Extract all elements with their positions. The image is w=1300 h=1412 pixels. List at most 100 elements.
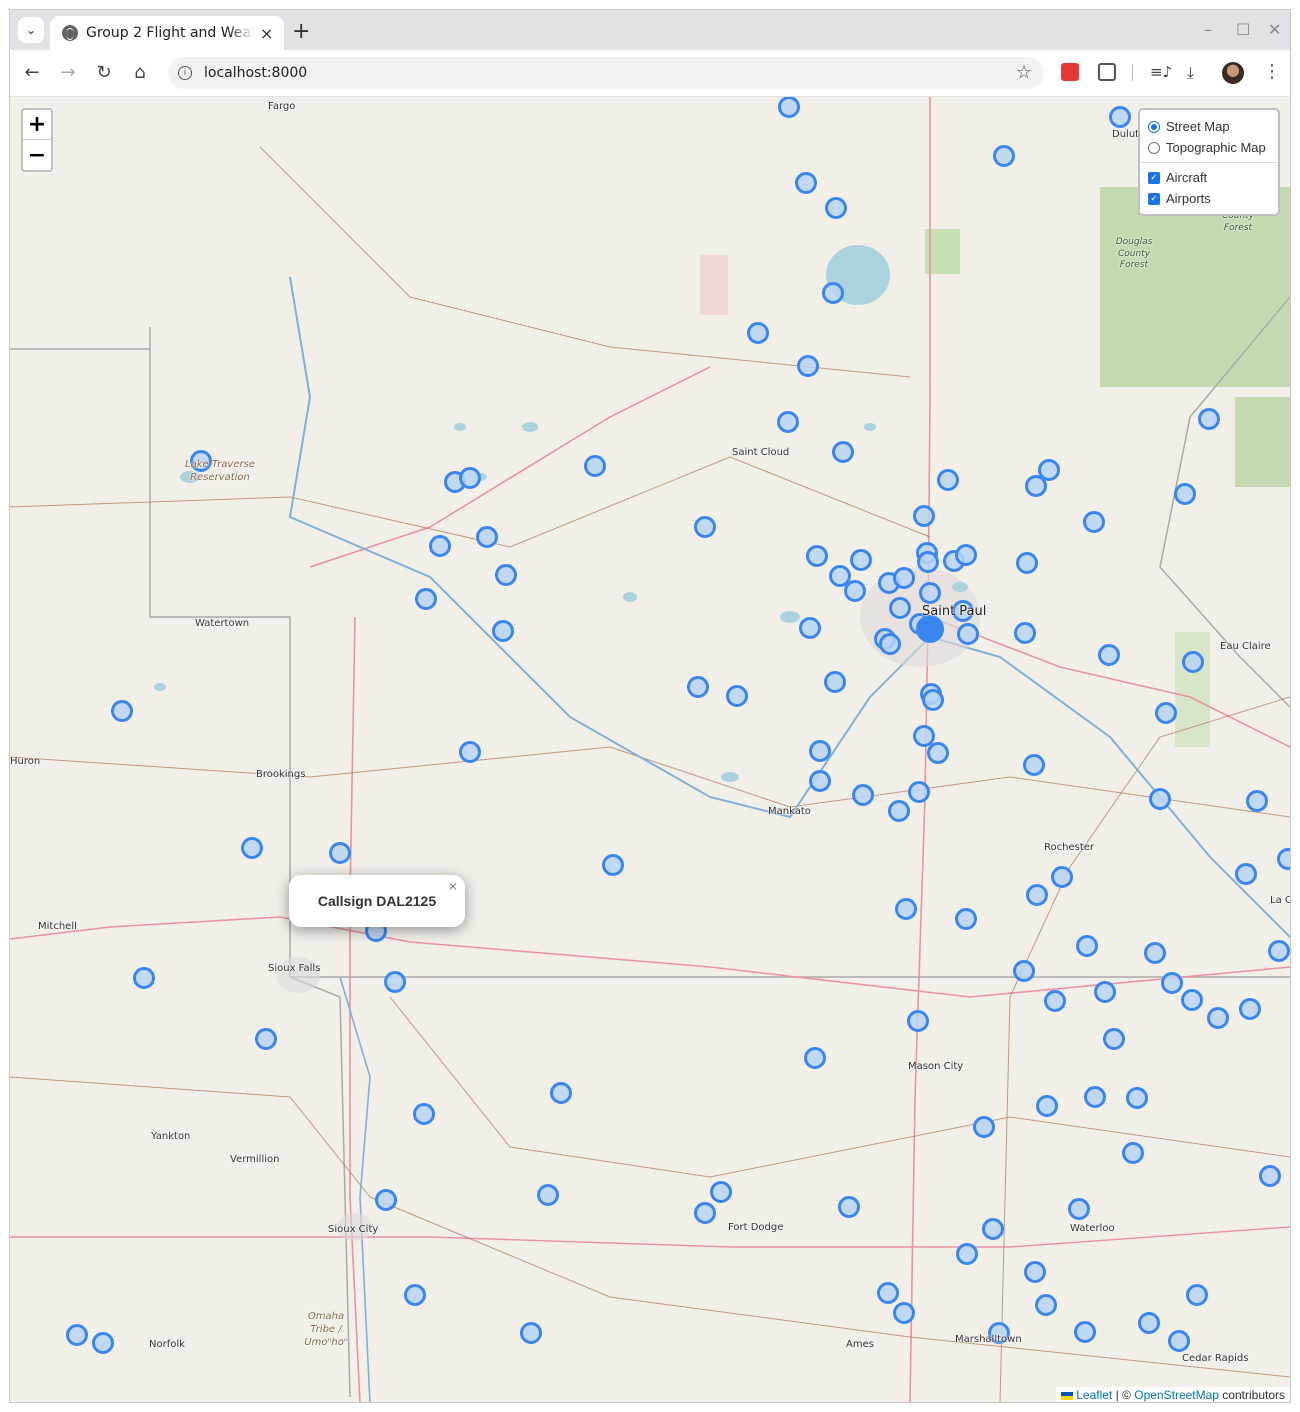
airport-marker[interactable] <box>922 689 944 711</box>
download-icon[interactable]: ⤓ <box>1187 63 1205 82</box>
airports-overlay-option[interactable]: ✓ Airports <box>1148 188 1270 209</box>
airport-marker[interactable] <box>584 455 606 477</box>
airport-marker[interactable] <box>844 580 866 602</box>
aircraft-marker[interactable] <box>916 615 944 643</box>
airport-marker[interactable] <box>889 597 911 619</box>
airport-marker[interactable] <box>66 1324 88 1346</box>
airport-marker[interactable] <box>797 355 819 377</box>
airport-marker[interactable] <box>1014 622 1036 644</box>
airport-marker[interactable] <box>799 617 821 639</box>
airport-marker[interactable] <box>908 781 930 803</box>
extensions-puzzle-icon[interactable] <box>1098 63 1116 81</box>
address-bar[interactable]: i localhost:8000 ☆ <box>168 57 1044 89</box>
airport-marker[interactable] <box>917 551 939 573</box>
airport-marker[interactable] <box>1161 972 1183 994</box>
checkbox-checked[interactable]: ✓ <box>1148 192 1160 205</box>
maximize-icon[interactable]: ☐ <box>1236 20 1250 39</box>
radio-selected[interactable] <box>1148 120 1160 133</box>
airport-marker[interactable] <box>476 526 498 548</box>
airport-marker[interactable] <box>726 685 748 707</box>
airport-marker[interactable] <box>825 197 847 219</box>
back-icon[interactable]: ← <box>20 62 44 83</box>
airport-marker[interactable] <box>777 411 799 433</box>
airport-marker[interactable] <box>404 1284 426 1306</box>
airport-marker[interactable] <box>495 564 517 586</box>
airport-marker[interactable] <box>1149 788 1171 810</box>
map-container[interactable]: Fargo Duluth Saint Cloud Saint Paul Wate… <box>10 97 1291 1402</box>
airport-marker[interactable] <box>1259 1165 1281 1187</box>
airport-marker[interactable] <box>1044 990 1066 1012</box>
airport-marker[interactable] <box>1103 1028 1125 1050</box>
airport-marker[interactable] <box>415 588 437 610</box>
airport-marker[interactable] <box>1277 848 1291 870</box>
airport-marker[interactable] <box>492 620 514 642</box>
airport-marker[interactable] <box>824 671 846 693</box>
radio-unselected[interactable] <box>1148 141 1160 154</box>
airport-marker[interactable] <box>1076 935 1098 957</box>
airport-marker[interactable] <box>1207 1007 1229 1029</box>
airport-marker[interactable] <box>537 1184 559 1206</box>
airport-marker[interactable] <box>877 1282 899 1304</box>
tab-search-button[interactable]: ⌄ <box>18 17 44 43</box>
airport-marker[interactable] <box>893 567 915 589</box>
airport-marker[interactable] <box>1268 940 1290 962</box>
airport-marker[interactable] <box>850 549 872 571</box>
menu-kebab-icon[interactable]: ⋮ <box>1263 61 1281 82</box>
airport-marker[interactable] <box>907 1010 929 1032</box>
airport-marker[interactable] <box>1246 790 1268 812</box>
airport-marker[interactable] <box>982 1218 1004 1240</box>
airport-marker[interactable] <box>973 1116 995 1138</box>
airport-marker[interactable] <box>1168 1330 1190 1352</box>
airport-marker[interactable] <box>384 971 406 993</box>
reload-icon[interactable]: ↻ <box>92 62 116 83</box>
close-tab-icon[interactable]: × <box>260 24 273 43</box>
osm-link[interactable]: OpenStreetMap <box>1134 1388 1219 1402</box>
airport-marker[interactable] <box>694 1202 716 1224</box>
airport-marker[interactable] <box>92 1332 114 1354</box>
airport-marker[interactable] <box>1155 702 1177 724</box>
airport-marker[interactable] <box>804 1047 826 1069</box>
airport-marker[interactable] <box>710 1181 732 1203</box>
airport-marker[interactable] <box>1074 1321 1096 1343</box>
airport-marker[interactable] <box>913 505 935 527</box>
street-map-option[interactable]: Street Map <box>1148 116 1270 137</box>
airport-marker[interactable] <box>687 676 709 698</box>
airport-marker[interactable] <box>795 172 817 194</box>
airport-marker[interactable] <box>1182 651 1204 673</box>
airport-marker[interactable] <box>809 740 831 762</box>
site-info-icon[interactable]: i <box>178 66 192 80</box>
todoist-extension-icon[interactable] <box>1061 63 1079 81</box>
airport-marker[interactable] <box>1024 1261 1046 1283</box>
airport-marker[interactable] <box>1239 998 1261 1020</box>
airport-marker[interactable] <box>694 516 716 538</box>
airport-marker[interactable] <box>832 441 854 463</box>
airport-marker[interactable] <box>993 145 1015 167</box>
minimize-icon[interactable]: – <box>1204 20 1212 39</box>
airport-marker[interactable] <box>241 837 263 859</box>
airport-marker[interactable] <box>1186 1284 1208 1306</box>
media-controls-icon[interactable]: ≡♪ <box>1150 63 1172 81</box>
zoom-out-button[interactable]: − <box>23 140 51 170</box>
airport-marker[interactable] <box>255 1028 277 1050</box>
airport-marker[interactable] <box>1083 511 1105 533</box>
airport-marker[interactable] <box>913 725 935 747</box>
airport-marker[interactable] <box>413 1103 435 1125</box>
airport-marker[interactable] <box>1144 942 1166 964</box>
airport-marker[interactable] <box>893 1302 915 1324</box>
tab-active[interactable]: Group 2 Flight and Weather × <box>50 16 284 50</box>
airport-marker[interactable] <box>895 898 917 920</box>
airport-marker[interactable] <box>1084 1086 1106 1108</box>
airport-marker[interactable] <box>919 582 941 604</box>
airport-marker[interactable] <box>778 97 800 118</box>
home-icon[interactable]: ⌂ <box>128 62 152 83</box>
airport-marker[interactable] <box>1198 408 1220 430</box>
airport-marker[interactable] <box>838 1196 860 1218</box>
forward-icon[interactable]: → <box>56 62 80 83</box>
profile-avatar[interactable] <box>1222 62 1244 84</box>
airport-marker[interactable] <box>1122 1142 1144 1164</box>
topographic-map-option[interactable]: Topographic Map <box>1148 137 1270 158</box>
airport-marker[interactable] <box>888 800 910 822</box>
popup-close-button[interactable]: × <box>449 878 457 894</box>
airport-marker[interactable] <box>957 623 979 645</box>
airport-marker[interactable] <box>1235 863 1257 885</box>
